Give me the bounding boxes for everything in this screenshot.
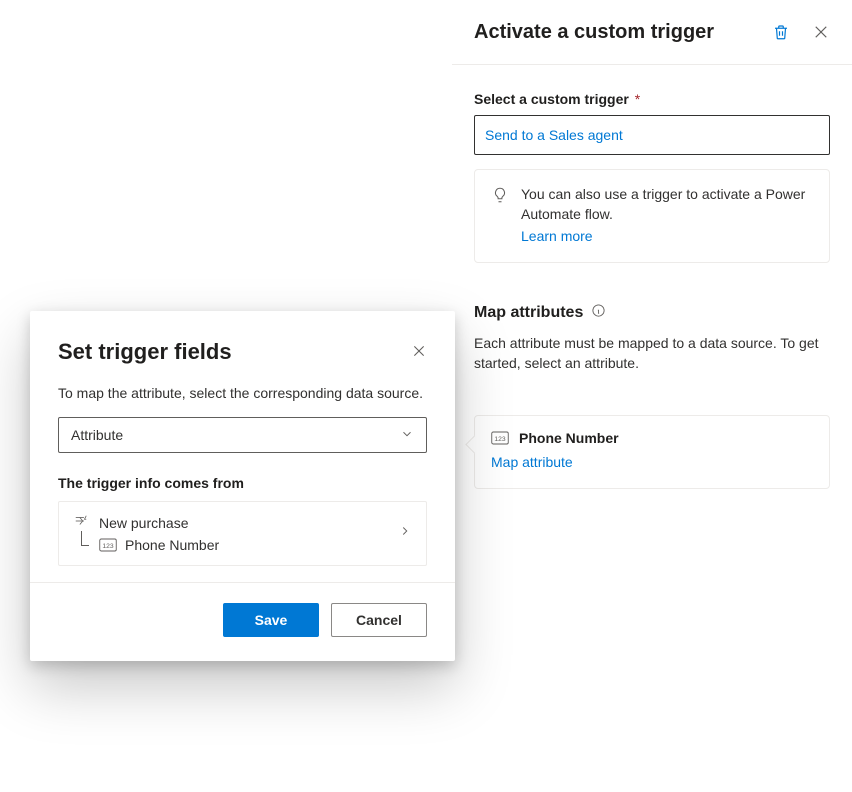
attribute-row: 123 Phone Number <box>491 430 813 446</box>
source-child: Phone Number <box>125 537 219 553</box>
callout-content: You can also use a trigger to activate a… <box>521 184 813 246</box>
dialog-close-button[interactable] <box>411 343 427 359</box>
attribute-select-placeholder: Attribute <box>71 427 123 443</box>
panel-header: Activate a custom trigger <box>452 0 852 65</box>
trigger-source-label: The trigger info comes from <box>58 475 427 491</box>
tree-row-parent: New purchase <box>73 514 219 531</box>
attribute-name: Phone Number <box>519 430 619 446</box>
panel-body: Select a custom trigger * You can also u… <box>452 65 852 511</box>
cancel-button[interactable]: Cancel <box>331 603 427 637</box>
set-trigger-fields-dialog: Set trigger fields To map the attribute,… <box>30 311 455 661</box>
map-desc: Each attribute must be mapped to a data … <box>474 333 830 373</box>
select-trigger-label-text: Select a custom trigger <box>474 91 629 107</box>
map-heading-text: Map attributes <box>474 304 583 322</box>
chevron-right-icon <box>398 524 412 543</box>
trigger-source-tree: New purchase 123 Phone Number <box>73 514 219 553</box>
tree-branch-icon <box>77 537 91 553</box>
attribute-select[interactable]: Attribute <box>58 417 427 453</box>
number-field-icon: 123 <box>491 431 509 445</box>
map-attributes-heading: Map attributes <box>474 303 830 323</box>
trash-icon <box>772 23 790 41</box>
map-attribute-link[interactable]: Map attribute <box>491 454 573 470</box>
dialog-header: Set trigger fields <box>58 339 427 365</box>
delete-button[interactable] <box>772 23 790 41</box>
source-parent: New purchase <box>99 515 189 531</box>
learn-more-link[interactable]: Learn more <box>521 228 593 244</box>
info-icon[interactable] <box>591 303 606 323</box>
close-icon <box>411 343 427 359</box>
panel-title: Activate a custom trigger <box>474 18 714 46</box>
callout-text: You can also use a trigger to activate a… <box>521 184 813 224</box>
save-button[interactable]: Save <box>223 603 319 637</box>
activate-trigger-panel: Activate a custom trigger Select a custo… <box>452 0 852 792</box>
trigger-flow-icon <box>73 514 89 531</box>
lightbulb-icon <box>491 186 509 209</box>
svg-text:123: 123 <box>102 543 114 550</box>
info-callout: You can also use a trigger to activate a… <box>474 169 830 263</box>
select-trigger-label: Select a custom trigger * <box>474 91 640 107</box>
dialog-title: Set trigger fields <box>58 339 232 365</box>
number-field-icon: 123 <box>99 538 117 552</box>
dialog-desc: To map the attribute, select the corresp… <box>58 383 427 403</box>
attribute-card[interactable]: 123 Phone Number Map attribute <box>474 415 830 489</box>
panel-header-actions <box>772 23 830 41</box>
close-icon <box>812 23 830 41</box>
required-asterisk: * <box>635 91 640 107</box>
custom-trigger-input[interactable] <box>474 115 830 155</box>
chevron-down-icon <box>400 427 414 444</box>
dialog-footer: Save Cancel <box>30 582 455 661</box>
tree-row-child: 123 Phone Number <box>77 537 219 553</box>
trigger-source-card[interactable]: New purchase 123 Phone Number <box>58 501 427 566</box>
close-panel-button[interactable] <box>812 23 830 41</box>
dialog-content: Set trigger fields To map the attribute,… <box>30 311 455 582</box>
svg-text:123: 123 <box>494 436 506 443</box>
